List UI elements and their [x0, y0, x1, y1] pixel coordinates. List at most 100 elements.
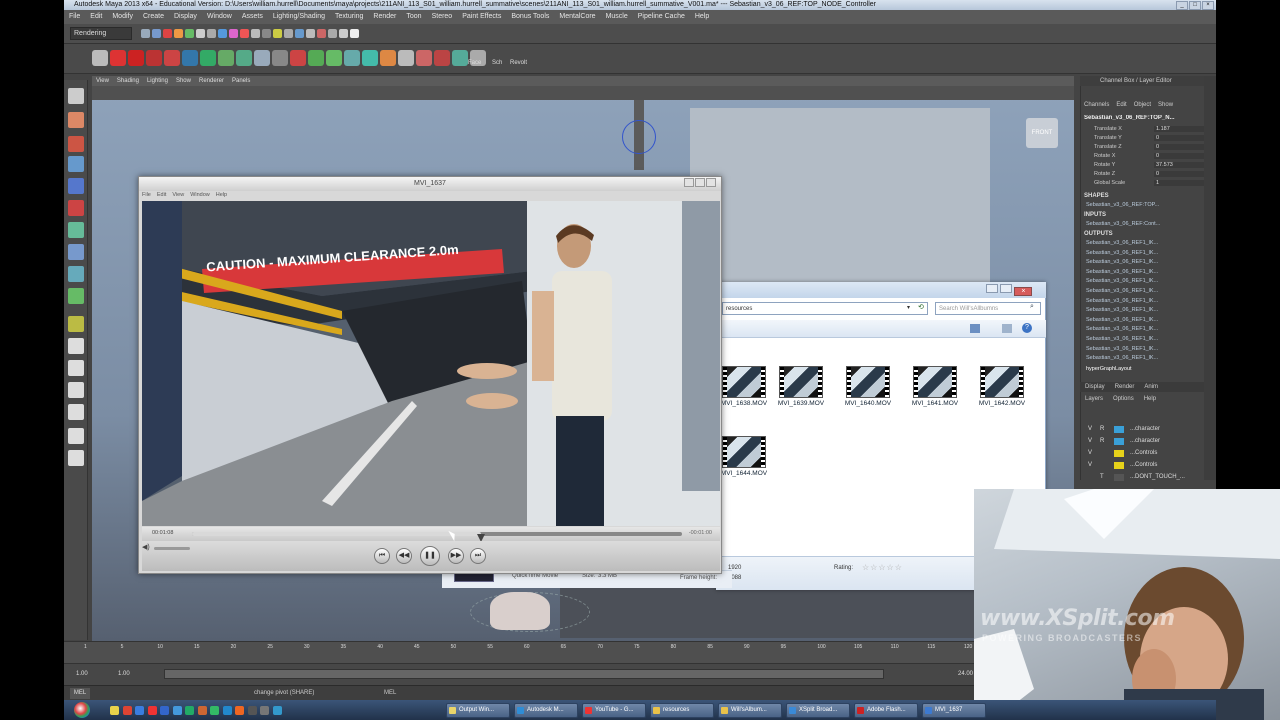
menu-window[interactable]: Window — [207, 13, 232, 20]
output-item[interactable]: Sebastian_v3_06_REF1_lK... — [1086, 317, 1210, 325]
file-thumbnail[interactable]: MVI_1640.MOV — [840, 366, 896, 412]
refresh-icon[interactable]: ⟲ — [918, 303, 924, 311]
layer-visibility-toggle[interactable]: V — [1088, 460, 1092, 471]
shelf-tool-8-icon[interactable] — [236, 50, 252, 66]
maximize-button[interactable]: □ — [1189, 1, 1201, 10]
toolbox-tool-8-icon[interactable] — [68, 266, 84, 282]
start-button[interactable] — [64, 700, 98, 720]
status-line-tool-12-icon[interactable] — [273, 29, 282, 38]
toolbox-tool-14-icon[interactable] — [68, 404, 84, 420]
menu-toon[interactable]: Toon — [406, 13, 421, 20]
status-line-tool-1-icon[interactable] — [152, 29, 161, 38]
rating-stars[interactable]: ☆☆☆☆☆ — [862, 563, 903, 572]
layer-playback-toggle[interactable]: T — [1100, 472, 1104, 483]
viewport-menu-shading[interactable]: Shading — [117, 78, 139, 84]
shelf-tool-7-icon[interactable] — [218, 50, 234, 66]
toolbox-tool-13-icon[interactable] — [68, 382, 84, 398]
file-thumbnail[interactable]: MVI_1641.MOV — [907, 366, 963, 412]
toolbox-tool-1-icon[interactable] — [68, 112, 84, 128]
toolbox-tool-11-icon[interactable] — [68, 338, 84, 354]
status-line-tool-11-icon[interactable] — [262, 29, 271, 38]
range-bar[interactable] — [164, 669, 884, 679]
channel-tab-object[interactable]: Object — [1134, 102, 1151, 108]
layer-row[interactable]: V R ...character — [1080, 436, 1216, 447]
search-icon[interactable]: ⌕ — [1030, 303, 1034, 311]
status-line-tool-15-icon[interactable] — [306, 29, 315, 38]
channel-attribute-row[interactable]: Rotate Z 0 — [1094, 171, 1204, 179]
quicktime-menu-help[interactable]: Help — [216, 192, 227, 198]
layer-visibility-toggle[interactable]: V — [1088, 424, 1092, 435]
menu-create[interactable]: Create — [143, 13, 164, 20]
layer-menu-layers[interactable]: Layers — [1085, 396, 1103, 402]
layer-visibility-toggle[interactable]: V — [1088, 448, 1092, 459]
file-thumbnail[interactable]: MVI_1642.MOV — [974, 366, 1030, 412]
output-item[interactable]: Sebastian_v3_06_REF1_lK... — [1086, 269, 1210, 277]
taskbar-button[interactable]: Adobe Flash... — [854, 703, 918, 718]
pause-button[interactable]: ❚❚ — [420, 546, 440, 566]
attribute-value[interactable]: 0 — [1154, 144, 1204, 150]
range-inner-start[interactable]: 1.00 — [118, 671, 130, 677]
taskbar-button[interactable]: Autodesk M... — [514, 703, 578, 718]
channel-attribute-row[interactable]: Translate Y 0 — [1094, 135, 1204, 143]
toolbox-tool-10-icon[interactable] — [68, 316, 84, 332]
taskbar-button[interactable]: Will'sAlbum... — [718, 703, 782, 718]
shelf-tool-15-icon[interactable] — [362, 50, 378, 66]
minimize-button[interactable]: _ — [1176, 1, 1188, 10]
channel-tab-channels[interactable]: Channels — [1084, 102, 1109, 108]
channel-tab-edit[interactable]: Edit — [1116, 102, 1126, 108]
input-item[interactable]: Sebastian_v3_06_REF:Cont... — [1086, 221, 1210, 229]
layer-tab-display[interactable]: Display — [1085, 384, 1105, 390]
layer-color-swatch[interactable] — [1114, 426, 1124, 433]
layer-row[interactable]: V R ...character — [1080, 424, 1216, 435]
shelf-tool-5-icon[interactable] — [182, 50, 198, 66]
menu-bonus-tools[interactable]: Bonus Tools — [511, 13, 549, 20]
taskbar-button[interactable]: YouTube - G... — [582, 703, 646, 718]
quick-launch-app-3-icon[interactable] — [147, 706, 157, 715]
status-line-tool-7-icon[interactable] — [218, 29, 227, 38]
hypergraph-item[interactable]: hyperGraphLayout — [1086, 366, 1210, 374]
close-button[interactable]: × — [1202, 1, 1214, 10]
shelf-tool-9-icon[interactable] — [254, 50, 270, 66]
layer-row[interactable]: T ...DONT_TOUCH_... — [1080, 472, 1216, 483]
output-item[interactable]: Sebastian_v3_06_REF1_lK... — [1086, 259, 1210, 267]
quick-launch-app-6-icon[interactable] — [185, 706, 194, 715]
menu-edit[interactable]: Edit — [90, 13, 102, 20]
output-item[interactable]: Sebastian_v3_06_REF1_lK... — [1086, 355, 1210, 363]
quick-launch-app-12-icon[interactable] — [260, 706, 269, 715]
quick-launch-app-8-icon[interactable] — [210, 706, 219, 715]
layer-color-swatch[interactable] — [1114, 438, 1124, 445]
attribute-value[interactable]: 37.573 — [1154, 162, 1204, 168]
toolbox-tool-0-icon[interactable] — [68, 88, 84, 104]
status-line-tool-18-icon[interactable] — [339, 29, 348, 38]
help-icon[interactable]: ? — [1022, 323, 1032, 333]
shelf-tool-14-icon[interactable] — [344, 50, 360, 66]
status-line-tool-0-icon[interactable] — [141, 29, 150, 38]
quicktime-menu-view[interactable]: View — [172, 192, 184, 198]
scrub-track[interactable] — [192, 532, 682, 542]
layer-color-swatch[interactable] — [1114, 474, 1124, 481]
shelf-tool-6-icon[interactable] — [200, 50, 216, 66]
viewport-menu-show[interactable]: Show — [176, 78, 191, 84]
shelf-tool-18-icon[interactable] — [416, 50, 432, 66]
attribute-value[interactable]: 1 — [1154, 180, 1204, 186]
status-line-tool-19-icon[interactable] — [350, 29, 359, 38]
shelf-tool-1-icon[interactable] — [110, 50, 126, 66]
mode-selector[interactable]: Rendering — [70, 27, 132, 40]
layer-color-swatch[interactable] — [1114, 450, 1124, 457]
rewind-button[interactable]: ◀◀ — [396, 548, 412, 564]
menu-paint-effects[interactable]: Paint Effects — [462, 13, 501, 20]
shelf-tool-4-icon[interactable] — [164, 50, 180, 66]
status-line-tool-2-icon[interactable] — [163, 29, 172, 38]
shelf-tool-16-icon[interactable] — [380, 50, 396, 66]
shelf-tool-17-icon[interactable] — [398, 50, 414, 66]
shelf-tool-19-icon[interactable] — [434, 50, 450, 66]
shelf-tool-2-icon[interactable] — [128, 50, 144, 66]
go-to-start-button[interactable]: ⏮ — [374, 548, 390, 564]
quick-launch-app-2-icon[interactable] — [135, 706, 144, 715]
shelf-tool-13-icon[interactable] — [326, 50, 342, 66]
maximize-button[interactable] — [1000, 284, 1013, 293]
layer-row[interactable]: V ...Controls — [1080, 460, 1216, 471]
layer-color-swatch[interactable] — [1114, 462, 1124, 469]
status-line-tool-4-icon[interactable] — [185, 29, 194, 38]
channel-attribute-row[interactable]: Rotate Y 37.573 — [1094, 162, 1204, 170]
